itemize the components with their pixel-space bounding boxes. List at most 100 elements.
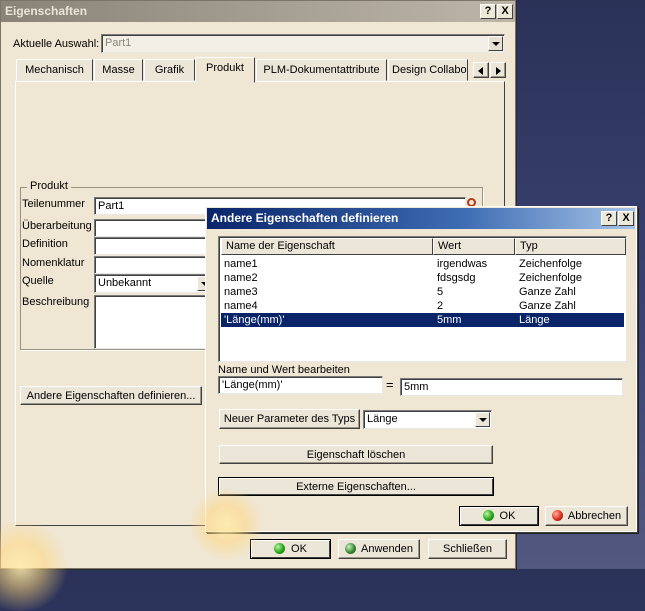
tab-mechanisch[interactable]: Mechanisch <box>16 59 93 81</box>
properties-close-button[interactable]: X <box>497 4 513 19</box>
tab-masse-label: Masse <box>102 64 135 76</box>
sub-dialog-title-bar[interactable]: Andere Eigenschaften definieren <box>207 208 635 229</box>
sub-dialog-cancel-label: Abbrechen <box>567 510 622 522</box>
description-label: Beschreibung <box>22 296 90 308</box>
tab-plm-dokumentattribute[interactable]: PLM-Dokumentattribute <box>256 59 387 81</box>
row-type: Länge <box>519 314 550 326</box>
chevron-down-icon[interactable] <box>475 412 490 427</box>
row-value: 2 <box>437 300 444 312</box>
delete-property-label: Eigenschaft löschen <box>306 448 406 461</box>
row-value: 5 <box>437 286 444 298</box>
cancel-icon <box>551 510 563 521</box>
tab-scroll-left-button[interactable] <box>473 62 489 78</box>
description-textarea[interactable] <box>94 295 214 349</box>
row-type: Zeichenfolge <box>519 258 582 270</box>
sub-dialog-ok-button[interactable]: OK <box>459 506 539 526</box>
column-header-name[interactable]: Name der Eigenschaft <box>221 238 433 255</box>
row-value: fdsgsdg <box>437 272 476 284</box>
properties-close-dialog-button[interactable]: Schließen <box>428 539 507 559</box>
external-properties-label: Externe Eigenschaften... <box>296 480 416 493</box>
delete-property-button[interactable]: Eigenschaft löschen <box>219 445 493 464</box>
tab-grafik-label: Grafik <box>154 64 185 76</box>
table-row[interactable]: name1 irgendwas Zeichenfolge <box>221 257 624 271</box>
tab-produkt-label: Produkt <box>206 62 244 74</box>
define-other-properties-button[interactable]: Andere Eigenschaften definieren... <box>20 386 202 405</box>
sub-dialog-cancel-button[interactable]: Abbrechen <box>545 506 628 526</box>
table-row[interactable]: name2 fdsgsdg Zeichenfolge <box>221 271 624 285</box>
tab-design-label: Design Collabo <box>392 64 467 76</box>
arrow-left-icon <box>478 67 483 75</box>
sub-dialog-ok-label: OK <box>499 510 516 522</box>
table-row-selected[interactable]: 'Länge(mm)' 5mm Länge <box>221 313 624 327</box>
properties-help-button[interactable]: ? <box>480 4 496 19</box>
edit-name-value: 'Länge(mm)' <box>222 379 283 391</box>
arrow-right-icon <box>496 67 501 75</box>
properties-ok-button[interactable]: OK <box>250 539 331 559</box>
row-name: name1 <box>224 258 258 270</box>
table-row[interactable]: name4 2 Ganze Zahl <box>221 299 624 313</box>
edit-name-value-label: Name und Wert bearbeiten <box>218 364 350 376</box>
row-name: name3 <box>224 286 258 298</box>
current-selection-dropdown[interactable]: Part1 <box>101 34 505 53</box>
new-parameter-button[interactable]: Neuer Parameter des Typs <box>219 409 360 429</box>
column-header-name-label: Name der Eigenschaft <box>226 240 335 252</box>
edit-value-value: 5mm <box>404 381 429 393</box>
properties-list[interactable]: Name der Eigenschaft Wert Typ name1 irge… <box>218 236 627 362</box>
table-row[interactable]: name3 5 Ganze Zahl <box>221 285 624 299</box>
tab-scroll-right-button[interactable] <box>490 62 506 78</box>
revision-field[interactable] <box>94 219 214 237</box>
apply-icon <box>345 543 356 554</box>
product-group-title: Produkt <box>27 180 71 192</box>
column-header-type-label: Typ <box>520 240 538 252</box>
row-type: Ganze Zahl <box>519 286 576 298</box>
properties-title-bar[interactable]: Eigenschaften <box>1 1 515 22</box>
definition-field[interactable] <box>94 237 214 255</box>
tab-masse[interactable]: Masse <box>94 59 143 81</box>
properties-close-label: Schließen <box>443 543 492 555</box>
source-value: Unbekannt <box>98 277 152 289</box>
define-other-properties-dialog: Andere Eigenschaften definieren ? X Name… <box>186 206 637 559</box>
tab-grafik[interactable]: Grafik <box>144 59 195 81</box>
tab-design-collaboration[interactable]: Design Collabo <box>388 59 468 81</box>
edit-name-field[interactable]: 'Länge(mm)' <box>218 376 383 394</box>
part-number-label: Teilenummer <box>22 198 85 210</box>
definition-label: Definition <box>22 238 68 250</box>
row-name: 'Länge(mm)' <box>224 314 285 326</box>
row-value: 5mm <box>437 314 462 326</box>
properties-title: Eigenschaften <box>5 4 88 18</box>
column-header-type[interactable]: Typ <box>515 238 626 255</box>
ok-icon <box>482 510 494 521</box>
tab-mechanisch-label: Mechanisch <box>25 64 84 76</box>
column-header-value-label: Wert <box>438 240 462 252</box>
define-other-properties-label: Andere Eigenschaften definieren... <box>26 389 196 402</box>
sub-dialog-close-button[interactable]: X <box>618 211 634 226</box>
edit-value-field[interactable]: 5mm <box>400 378 623 396</box>
column-header-value[interactable]: Wert <box>433 238 515 255</box>
nomenclature-label: Nomenklatur <box>22 257 85 269</box>
row-name: name4 <box>224 300 258 312</box>
parameter-type-dropdown[interactable]: Länge <box>363 410 492 429</box>
parameter-type-value: Länge <box>367 413 398 425</box>
current-selection-label: Aktuelle Auswahl: <box>13 38 100 50</box>
properties-apply-button[interactable]: Anwenden <box>338 539 420 559</box>
revision-label: Überarbeitung <box>22 220 92 232</box>
current-selection-value: Part1 <box>105 37 132 49</box>
decorative-glow <box>186 489 266 559</box>
sub-dialog-title: Andere Eigenschaften definieren <box>211 211 399 225</box>
external-properties-button[interactable]: Externe Eigenschaften... <box>218 477 494 496</box>
equals-sign: = <box>386 377 394 392</box>
row-value: irgendwas <box>437 258 488 270</box>
chevron-down-icon[interactable] <box>488 36 503 51</box>
row-type: Zeichenfolge <box>519 272 582 284</box>
properties-ok-label: OK <box>291 543 307 555</box>
sub-dialog-help-button[interactable]: ? <box>601 211 617 226</box>
new-parameter-label: Neuer Parameter des Typs <box>223 413 356 425</box>
row-name: name2 <box>224 272 258 284</box>
source-label: Quelle <box>22 275 54 287</box>
nomenclature-field[interactable] <box>94 256 214 274</box>
properties-apply-label: Anwenden <box>361 543 413 555</box>
part-number-value: Part1 <box>98 200 125 212</box>
tab-produkt[interactable]: Produkt <box>195 57 255 83</box>
row-type: Ganze Zahl <box>519 300 576 312</box>
source-dropdown[interactable]: Unbekannt <box>94 274 214 293</box>
